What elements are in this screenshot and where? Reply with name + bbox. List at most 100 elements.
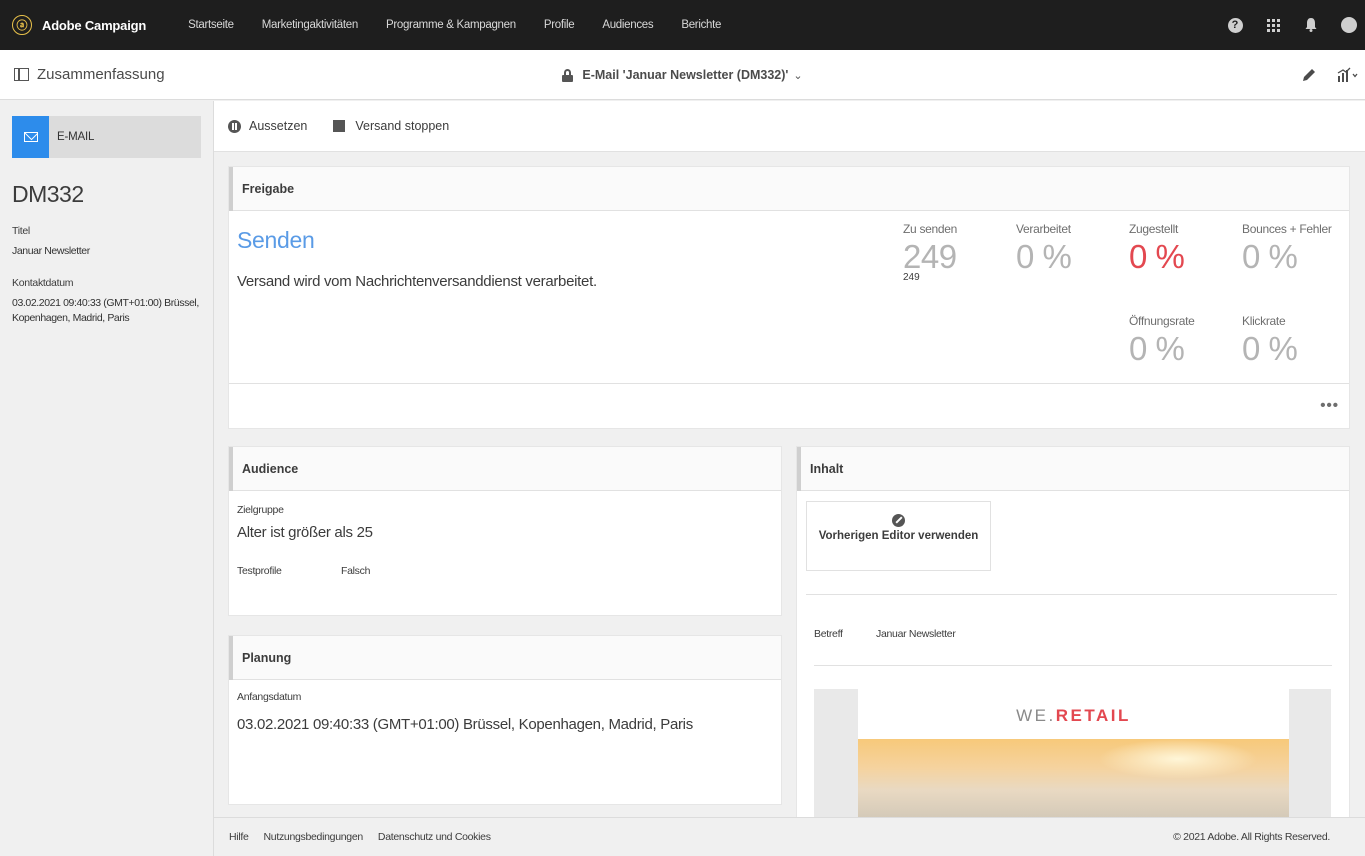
avatar — [1341, 17, 1357, 33]
edit-icon — [892, 514, 905, 527]
pause-button[interactable]: Aussetzen — [228, 119, 307, 133]
footer-link-terms[interactable]: Nutzungsbedingungen — [264, 831, 364, 843]
brand[interactable]: ⓐ Adobe Campaign — [12, 15, 146, 35]
we-retail-logo: WE.RETAIL — [1016, 706, 1131, 725]
planning-header: Planung — [229, 636, 781, 680]
delivery-toolbar: Aussetzen Versand stoppen — [214, 101, 1365, 152]
delivery-code: DM332 — [12, 181, 84, 207]
kpi-label: Zugestellt — [1129, 222, 1179, 236]
contact-date-value: 03.02.2021 09:40:33 (GMT+01:00) Brüssel,… — [12, 297, 199, 324]
notifications-button[interactable] — [1303, 17, 1319, 33]
freigabe-footer: ••• — [229, 383, 1349, 428]
footer-link-help[interactable]: Hilfe — [229, 831, 249, 843]
contact-date-label: Kontaktdatum — [12, 277, 74, 289]
kpi-click-rate: Klickrate 0 % — [1242, 314, 1298, 368]
help-button[interactable]: ? — [1227, 17, 1243, 33]
kpi-value: 0 % — [1129, 238, 1185, 275]
hero-image — [858, 739, 1289, 817]
summary-label: Zusammenfassung — [37, 66, 165, 83]
user-menu-button[interactable] — [1341, 17, 1357, 33]
panel-toggle-icon — [14, 68, 29, 81]
kpi-value: 0 % — [1242, 330, 1298, 367]
sub-header-actions — [1301, 50, 1359, 100]
lock-icon — [562, 68, 574, 82]
footer-link-privacy[interactable]: Datenschutz und Cookies — [378, 831, 491, 843]
subject-label: Betreff — [814, 628, 843, 640]
help-icon: ? — [1227, 17, 1243, 33]
planning-card: Planung Anfangsdatum 03.02.2021 09:40:33… — [229, 636, 781, 804]
top-navigation: ⓐ Adobe Campaign Startseite Marketingakt… — [0, 0, 1365, 50]
delivery-title-dropdown[interactable]: E-Mail 'Januar Newsletter (DM332)' ⌄ — [562, 68, 803, 82]
channel-label: E-MAIL — [57, 131, 95, 143]
title-value: Januar Newsletter — [12, 245, 90, 257]
email-channel-icon — [12, 116, 49, 158]
delivery-title: E-Mail 'Januar Newsletter (DM332)' — [582, 68, 789, 82]
kpi-label: Bounces + Fehler — [1242, 222, 1332, 236]
freigabe-card: Freigabe Senden Versand wird vom Nachric… — [229, 167, 1349, 428]
target-value[interactable]: Alter ist größer als 25 — [237, 524, 373, 541]
adobe-campaign-logo-icon: ⓐ — [12, 15, 32, 35]
stop-delivery-button[interactable]: Versand stoppen — [321, 119, 449, 133]
apps-button[interactable] — [1265, 17, 1281, 33]
kpi-bounces-errors: Bounces + Fehler 0 % — [1242, 222, 1332, 276]
divider — [806, 594, 1337, 595]
main-menu: Startseite Marketingaktivitäten Programm… — [188, 19, 749, 31]
start-date-value: 03.02.2021 09:40:33 (GMT+01:00) Brüssel,… — [237, 716, 693, 733]
kpi-to-send: Zu senden 249 249 — [903, 222, 957, 283]
kpi-label: Öffnungsrate — [1129, 314, 1195, 328]
kpi-open-rate: Öffnungsrate 0 % — [1129, 314, 1195, 368]
kpi-processed: Verarbeitet 0 % — [1016, 222, 1072, 276]
kpi-label: Zu senden — [903, 222, 958, 236]
kpi-label: Verarbeitet — [1016, 222, 1071, 236]
delivery-status: Senden — [237, 227, 315, 253]
kpi-value: 249 — [903, 238, 957, 275]
delivery-title-bar: E-Mail 'Januar Newsletter (DM332)' ⌄ — [0, 50, 1365, 100]
chart-icon[interactable] — [1337, 67, 1359, 83]
previous-editor-button[interactable]: Vorherigen Editor verwenden — [806, 501, 991, 571]
nav-item-profile[interactable]: Profile — [544, 19, 575, 31]
content-card: Inhalt Vorherigen Editor verwenden Betre… — [797, 447, 1349, 817]
audience-header: Audience — [229, 447, 781, 491]
test-profiles-label: Testprofile — [237, 565, 282, 577]
status-message: Versand wird vom Nachrichtenversanddiens… — [237, 273, 597, 290]
freigabe-header: Freigabe — [229, 167, 1349, 211]
chevron-down-icon: ⌄ — [793, 69, 803, 82]
nav-item-audiences[interactable]: Audiences — [602, 19, 653, 31]
channel-badge: E-MAIL — [12, 116, 201, 158]
nav-item-startseite[interactable]: Startseite — [188, 19, 234, 31]
pencil-icon[interactable] — [1301, 67, 1317, 83]
content-header: Inhalt — [797, 447, 1349, 491]
envelope-icon — [23, 132, 38, 142]
copyright: © 2021 Adobe. All Rights Reserved. — [1173, 831, 1330, 843]
brand-name: Adobe Campaign — [42, 17, 147, 33]
audience-card: Audience Zielgruppe Alter ist größer als… — [229, 447, 781, 615]
kpi-value: 0 % — [1016, 238, 1072, 275]
email-preview-body: WE.RETAIL — [858, 689, 1289, 817]
top-nav-actions: ? — [1205, 0, 1357, 50]
kpi-delivered: Zugestellt 0 % — [1129, 222, 1185, 276]
target-label: Zielgruppe — [237, 504, 284, 516]
nav-item-programme-kampagnen[interactable]: Programme & Kampagnen — [386, 19, 516, 31]
previous-editor-label: Vorherigen Editor verwenden — [818, 530, 979, 542]
more-options-icon[interactable]: ••• — [1320, 397, 1339, 414]
kpi-value: 0 % — [1242, 238, 1298, 275]
footer: Hilfe Nutzungsbedingungen Datenschutz un… — [214, 817, 1365, 856]
stop-label: Versand stoppen — [355, 119, 450, 133]
stop-icon — [333, 120, 346, 132]
kpi-label: Klickrate — [1242, 314, 1286, 328]
pause-label: Aussetzen — [249, 119, 308, 133]
subject-value: Januar Newsletter — [876, 628, 956, 640]
kpi-value: 0 % — [1129, 330, 1185, 367]
nav-item-berichte[interactable]: Berichte — [681, 19, 721, 31]
sub-header: Zusammenfassung E-Mail 'Januar Newslette… — [0, 50, 1365, 100]
pause-icon — [228, 119, 241, 133]
email-preview[interactable]: WE.RETAIL — [814, 689, 1331, 817]
apps-grid-icon — [1266, 18, 1280, 32]
bell-icon — [1305, 18, 1317, 32]
test-profiles-value: Falsch — [341, 565, 371, 577]
start-date-label: Anfangsdatum — [237, 691, 302, 703]
nav-item-marketingaktivitaeten[interactable]: Marketingaktivitäten — [262, 19, 359, 31]
title-label: Titel — [12, 225, 30, 237]
divider — [814, 665, 1332, 666]
summary-toggle[interactable]: Zusammenfassung — [14, 66, 165, 83]
